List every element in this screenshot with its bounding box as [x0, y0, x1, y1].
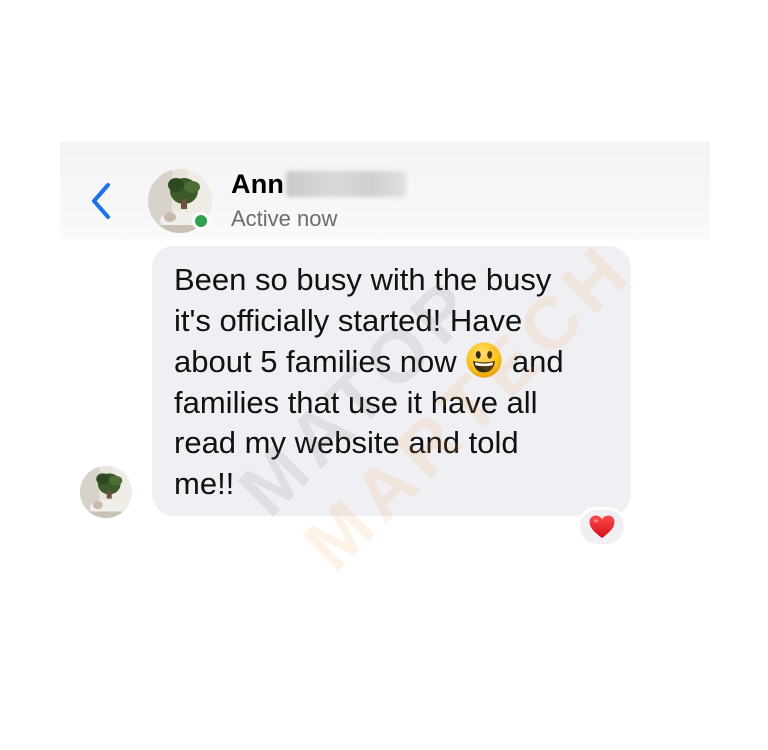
message-line-2: it's officially started! Have [174, 302, 523, 338]
active-status: Active now [231, 206, 338, 231]
sender-avatar[interactable] [80, 466, 132, 518]
grinning-face-icon [466, 342, 502, 378]
chevron-left-icon [92, 183, 110, 219]
message-line-4: families that use it have all [174, 384, 538, 420]
online-status-dot [192, 212, 210, 230]
contact-name-row[interactable]: Ann [231, 167, 407, 201]
message-bubble[interactable]: Been so busy with the busy it's official… [152, 246, 631, 516]
chat-screen: Ann Active now Been so busy with the bus… [0, 0, 768, 750]
heart-reaction[interactable] [577, 507, 627, 547]
message-line-6: me!! [174, 465, 235, 501]
red-heart-icon [589, 515, 615, 538]
name-redaction-blur [286, 171, 407, 197]
message-line-3: about 5 families now [174, 344, 457, 379]
message-line-5: read my website and told [174, 425, 519, 460]
plant-photo-avatar-small [80, 466, 132, 518]
message-line-3b: and [511, 344, 564, 379]
message-text: Been so busy with the busy it's official… [174, 260, 611, 504]
back-button[interactable] [86, 180, 116, 222]
contact-name: Ann [231, 168, 285, 199]
message-line-1: Been so busy with the busy [174, 262, 552, 297]
